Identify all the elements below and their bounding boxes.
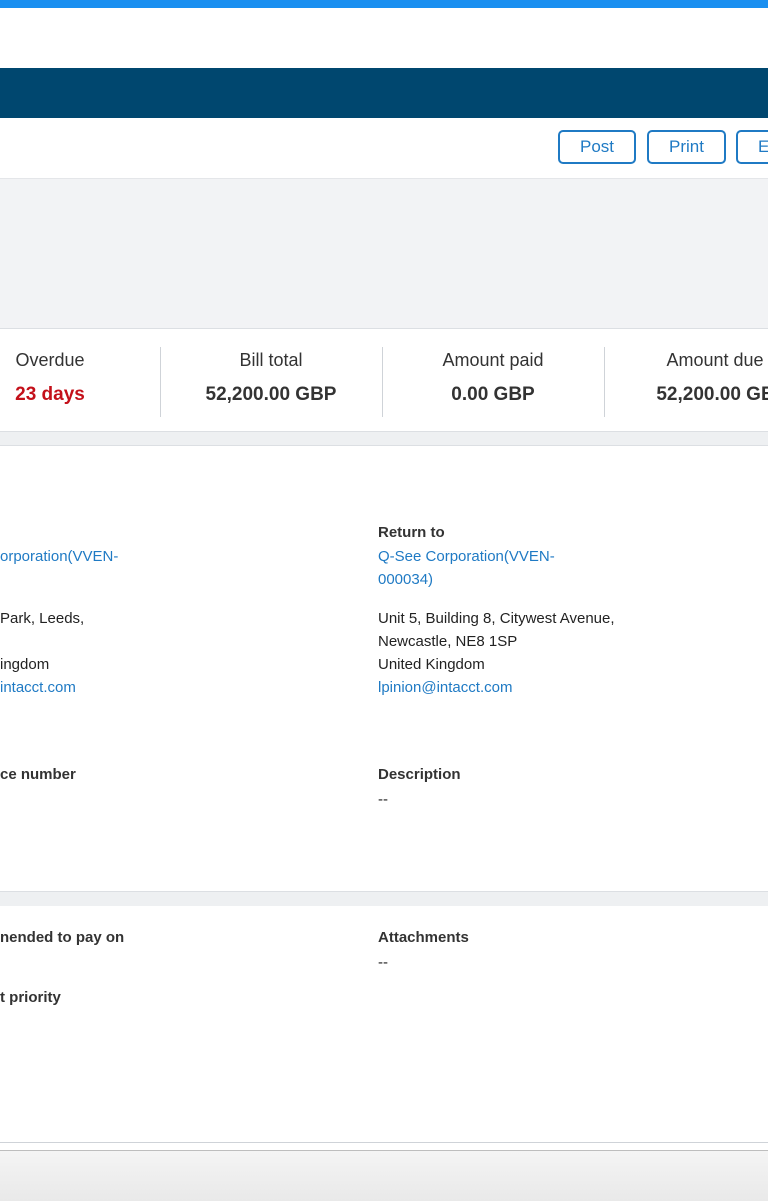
attachments-label: Attachments — [378, 929, 469, 946]
bill-details-panel: orporation(VVEN- Park, Leeds, ingdom int… — [0, 446, 768, 891]
title-band — [0, 237, 768, 329]
payment-priority-label: t priority — [0, 989, 61, 1006]
section-separator — [0, 431, 768, 446]
return-to-address-line2: Newcastle, NE8 1SP — [378, 633, 518, 650]
reference-number-label: ce number — [0, 766, 76, 783]
overdue-stat: Overdue 23 days — [0, 347, 140, 419]
vendor-name-link[interactable]: orporation(VVEN- — [0, 545, 118, 568]
navigation-bar — [0, 68, 768, 118]
description-label: Description — [378, 766, 461, 783]
section-separator — [0, 891, 768, 907]
amount-paid-value: 0.00 GBP — [451, 384, 535, 405]
post-button[interactable]: Post — [558, 130, 636, 164]
header-band — [0, 178, 768, 238]
bill-total-stat: Bill total 52,200.00 GBP — [161, 347, 381, 419]
overdue-value: 23 days — [15, 384, 85, 405]
edit-button[interactable]: E — [736, 130, 768, 164]
amount-due-label: Amount due — [666, 350, 764, 370]
bill-summary: Overdue 23 days Bill total 52,200.00 GBP… — [0, 329, 768, 431]
overdue-label: Overdue — [15, 350, 85, 370]
return-to-email-link[interactable]: lpinion@intacct.com — [378, 676, 512, 699]
top-accent-bar — [0, 0, 768, 8]
bottom-divider — [0, 1142, 768, 1143]
return-to-country: United Kingdom — [378, 656, 485, 673]
bill-total-label: Bill total — [239, 350, 303, 370]
description-value: -- — [378, 791, 388, 808]
vendor-address: Park, Leeds, — [0, 610, 85, 627]
action-toolbar: Post Print E — [0, 118, 768, 178]
return-to-address-line1: Unit 5, Building 8, Citywest Avenue, — [378, 610, 615, 627]
payment-details-panel: nended to pay on t priority Attachments … — [0, 906, 768, 1142]
print-button[interactable]: Print — [647, 130, 726, 164]
amount-due-stat: Amount due 52,200.00 GE — [605, 347, 768, 419]
recommended-pay-on-label: nended to pay on — [0, 929, 125, 946]
return-to-name-link-cont[interactable]: 000034) — [378, 568, 433, 591]
attachments-value: -- — [378, 954, 388, 971]
vendor-country: ingdom — [0, 656, 50, 673]
bill-total-value: 52,200.00 GBP — [205, 384, 337, 405]
vendor-email-link[interactable]: intacct.com — [0, 676, 76, 699]
amount-due-value: 52,200.00 GE — [656, 384, 768, 405]
amount-paid-label: Amount paid — [442, 350, 544, 370]
return-to-label: Return to — [378, 524, 445, 541]
amount-paid-stat: Amount paid 0.00 GBP — [383, 347, 603, 419]
footer-bar — [0, 1150, 768, 1201]
return-to-name-link[interactable]: Q-See Corporation(VVEN- — [378, 545, 555, 568]
